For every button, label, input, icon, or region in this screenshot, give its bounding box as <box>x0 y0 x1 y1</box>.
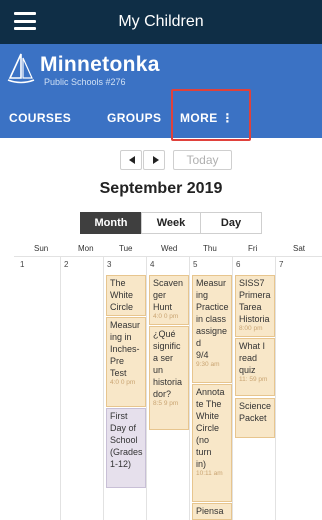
event-time: 10:11 am <box>196 470 223 477</box>
view-switcher: Month Week Day <box>80 212 262 234</box>
event-time: 4:0 0 pm <box>110 379 136 386</box>
sailboat-logo-icon <box>7 53 35 84</box>
calendar-event[interactable]: What I read quiz 11: 59 pm <box>235 338 275 396</box>
event-title: Piensa <box>196 506 224 516</box>
brand-bar: Minnetonka Public Schools #276 <box>0 44 322 98</box>
weekday-header: Fri <box>248 244 258 253</box>
calendar-event[interactable]: Annota te The White Circle (no turn in) … <box>192 384 232 502</box>
calendar-event[interactable]: The White Circle <box>106 275 146 316</box>
event-title: The White Circle <box>110 278 134 312</box>
event-time: 11: 59 pm <box>239 376 268 383</box>
event-time: 4:0 0 pm <box>153 313 179 320</box>
caret-left-icon <box>129 156 135 164</box>
event-time: 9:30 am <box>196 361 220 368</box>
month-title: September 2019 <box>99 180 223 197</box>
calendar-column-divider <box>103 256 104 520</box>
event-title: Scaven ger Hunt <box>153 278 184 312</box>
calendar-event[interactable]: Piensa <box>192 503 232 520</box>
weekday-header: Sat <box>293 244 306 253</box>
weekday-header: Sun <box>34 244 49 253</box>
event-title: What I read quiz <box>239 341 266 375</box>
weekday-header: Mon <box>78 244 94 253</box>
calendar-event[interactable]: ¿Qué signific a ser un historia dor? 8:5… <box>149 326 189 430</box>
caret-right-icon <box>153 156 159 164</box>
event-title: First Day of School (Grades 1-12) <box>110 411 143 469</box>
weekday-header: Thu <box>203 244 217 253</box>
next-month-button[interactable] <box>143 150 165 170</box>
top-bar: My Children <box>0 0 322 44</box>
day-number: 7 <box>279 260 284 269</box>
nav-groups[interactable]: GROUPS <box>107 111 161 125</box>
view-week-button[interactable]: Week <box>141 212 201 234</box>
weekday-header: Tue <box>119 244 133 253</box>
event-time: 8:5 9 pm <box>153 400 179 407</box>
calendar-column-divider <box>189 256 190 520</box>
calendar-event[interactable]: SISS7 Primera Tarea Historia 8:00 pm <box>235 275 275 337</box>
event-title: SISS7 Primera Tarea Historia <box>239 278 271 324</box>
brand-name: Minnetonka <box>40 53 160 76</box>
day-number: 2 <box>64 260 69 269</box>
view-day-button[interactable]: Day <box>200 212 262 234</box>
calendar-event[interactable]: Scaven ger Hunt 4:0 0 pm <box>149 275 189 325</box>
more-highlight-box <box>171 89 251 141</box>
event-title: Measur ing Practice in class assigne d 9… <box>196 278 229 360</box>
weekday-header: Wed <box>161 244 178 253</box>
event-title: Science Packet <box>239 401 272 423</box>
view-month-button[interactable]: Month <box>80 212 142 234</box>
day-number: 1 <box>20 260 25 269</box>
prev-month-button[interactable] <box>120 150 142 170</box>
calendar-column-divider <box>146 256 147 520</box>
calendar-event[interactable]: Measur ing in Inches- Pre Test 4:0 0 pm <box>106 317 146 407</box>
event-title: Measur ing in Inches- Pre Test <box>110 320 141 378</box>
brand-subtitle: Public Schools #276 <box>44 77 126 87</box>
day-number: 4 <box>150 260 155 269</box>
calendar-event[interactable]: Science Packet <box>235 398 275 438</box>
calendar-column-divider <box>60 256 61 520</box>
calendar-event[interactable]: Measur ing Practice in class assigne d 9… <box>192 275 232 383</box>
calendar-column-divider <box>232 256 233 520</box>
main-nav: COURSES GROUPS MORE ⋮ <box>0 98 322 138</box>
day-number: 5 <box>193 260 198 269</box>
day-number: 3 <box>107 260 112 269</box>
calendar-column-divider <box>275 256 276 520</box>
day-number: 6 <box>236 260 241 269</box>
event-time: 8:00 pm <box>239 325 263 332</box>
page-title: My Children <box>118 13 204 30</box>
event-title: Annota te The White Circle (no turn in) <box>196 387 225 469</box>
calendar-event[interactable]: First Day of School (Grades 1-12) <box>106 408 146 488</box>
event-title: ¿Qué signific a ser un historia dor? <box>153 329 183 399</box>
nav-courses[interactable]: COURSES <box>9 111 71 125</box>
today-button[interactable]: Today <box>173 150 232 170</box>
